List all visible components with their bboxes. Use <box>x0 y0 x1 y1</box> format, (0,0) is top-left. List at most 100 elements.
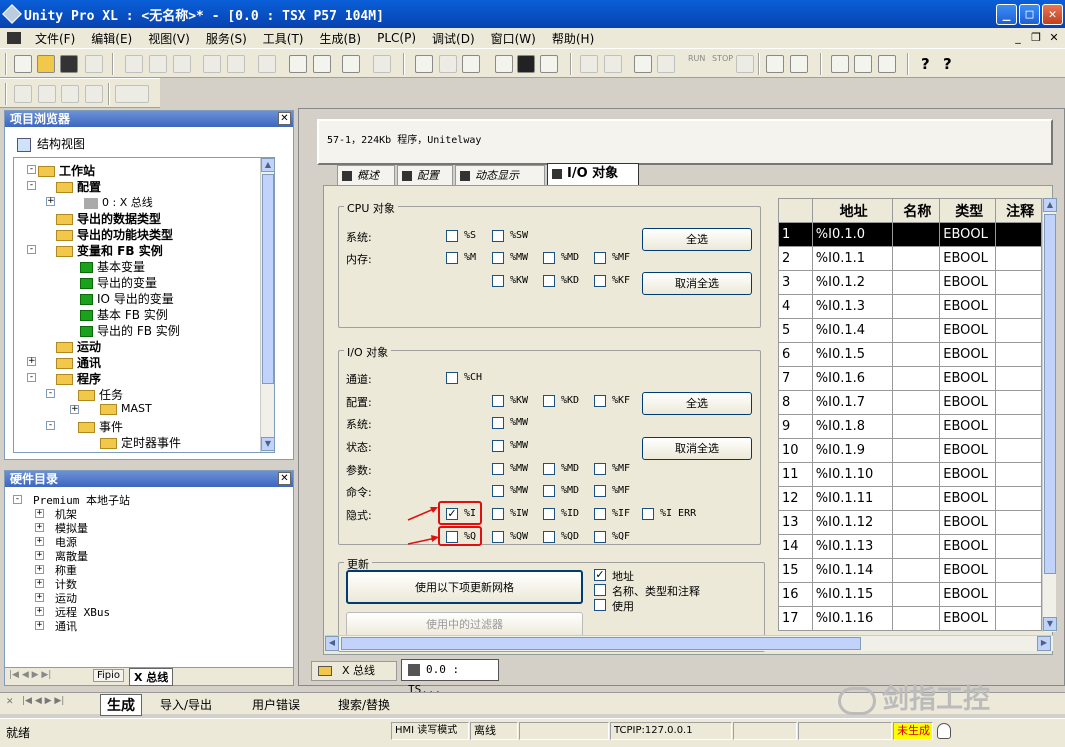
grid-cell-address[interactable]: %I0.1.6 <box>811 366 893 391</box>
tab-build[interactable]: 生成 <box>100 694 142 716</box>
cb-kd[interactable] <box>543 275 555 287</box>
tree-program[interactable]: 程序 <box>56 370 101 387</box>
expand-icon[interactable]: + <box>35 621 44 630</box>
grid-cell-address[interactable]: %I0.1.16 <box>811 606 893 631</box>
grid-cell-type[interactable]: EBOOL <box>939 534 997 559</box>
tree-motion[interactable]: 运动 <box>56 338 101 355</box>
paste-icon[interactable] <box>173 55 191 73</box>
tree-comm[interactable]: 通讯 <box>56 354 101 371</box>
grid-cell-address[interactable]: %I0.1.15 <box>811 582 893 607</box>
rebuild-icon[interactable] <box>462 55 480 73</box>
update-grid-button[interactable]: 使用以下项更新网格 <box>346 570 583 604</box>
cascade-icon[interactable] <box>831 55 849 73</box>
cb-param-mw[interactable] <box>492 463 504 475</box>
expand-icon[interactable]: + <box>35 523 44 532</box>
tree-exported-fb[interactable]: 导出的 FB 实例 <box>80 322 180 339</box>
expand-icon[interactable]: + <box>46 197 55 206</box>
window-icon[interactable] <box>495 55 513 73</box>
grid-cell-comment[interactable] <box>995 270 1042 295</box>
grid-cell-address[interactable]: %I0.1.1 <box>811 246 893 271</box>
expand-icon[interactable]: + <box>27 357 36 366</box>
stop-button[interactable]: STOP <box>712 54 733 63</box>
grid-cell-name[interactable] <box>891 390 941 415</box>
grid-cell-index[interactable]: 8 <box>778 390 813 415</box>
disconnect-icon[interactable] <box>604 55 622 73</box>
collapse-icon[interactable]: - <box>27 373 36 382</box>
tab-config[interactable]: 配置 <box>397 165 453 185</box>
io-objects-grid[interactable]: 地址 名称 类型 注释 1 %I0.1.0 EBOOL 2 %I0.1.1 EBOOL 3%… <box>778 198 1042 631</box>
minimize-button[interactable]: _ <box>996 4 1017 25</box>
grid-cell-name[interactable] <box>891 510 941 535</box>
grid-cell-comment[interactable] <box>995 486 1042 511</box>
grid-cell-name[interactable] <box>891 438 941 463</box>
grid-cell-name[interactable] <box>891 414 941 439</box>
collapse-icon[interactable]: - <box>13 495 22 504</box>
cb-md[interactable] <box>543 252 555 264</box>
table-row[interactable]: 8 %I0.1.7 EBOOL <box>778 390 1042 415</box>
grid-cell-index[interactable]: 11 <box>778 462 813 487</box>
expand-icon[interactable]: + <box>35 537 44 546</box>
scroll-down-icon[interactable]: ▼ <box>261 437 274 451</box>
tree-variables[interactable]: 变量和 FB 实例 <box>56 242 163 259</box>
scroll-left-icon[interactable]: ◀ <box>325 636 339 651</box>
cb-id[interactable] <box>543 508 555 520</box>
tree-scrollbar[interactable]: ▲ ▼ <box>260 158 274 452</box>
grid-cell-name[interactable] <box>891 366 941 391</box>
table-row[interactable]: 10 %I0.1.9 EBOOL <box>778 438 1042 463</box>
output-close-icon[interactable]: ✕ <box>6 697 14 707</box>
binoculars-icon[interactable] <box>517 55 535 73</box>
table-row[interactable]: 16 %I0.1.15 EBOOL <box>778 582 1042 607</box>
grid-cell-index[interactable]: 13 <box>778 510 813 535</box>
grid-cell-address[interactable]: %I0.1.7 <box>811 390 893 415</box>
grid-cell-comment[interactable] <box>995 582 1042 607</box>
cb-qw[interactable] <box>492 531 504 543</box>
expand-icon[interactable]: + <box>35 607 44 616</box>
tree-station[interactable]: 工作站 <box>38 162 95 179</box>
grid-cell-index[interactable]: 4 <box>778 294 813 319</box>
print-icon[interactable] <box>85 55 103 73</box>
cb-cmd-md[interactable] <box>543 485 555 497</box>
cb-mf[interactable] <box>594 252 606 264</box>
build-icon[interactable] <box>439 55 457 73</box>
menu-plc[interactable]: PLC(P) <box>369 31 424 45</box>
table-row[interactable]: 1 %I0.1.0 EBOOL <box>778 222 1042 247</box>
grid-cell-index[interactable]: 7 <box>778 366 813 391</box>
tab-search-replace[interactable]: 搜索/替换 <box>338 696 390 713</box>
scroll-down-icon[interactable]: ▼ <box>1043 617 1057 631</box>
grid-cell-name[interactable] <box>891 222 941 247</box>
menu-help[interactable]: 帮助(H) <box>544 30 602 47</box>
tree-events[interactable]: 事件 <box>78 418 123 435</box>
mdi-minimize-icon[interactable]: _ <box>1010 31 1026 45</box>
grid-cell-comment[interactable] <box>995 390 1042 415</box>
layout-icon[interactable] <box>540 55 558 73</box>
export-icon[interactable] <box>373 55 391 73</box>
cb-s[interactable] <box>446 230 458 242</box>
grid-cell-name[interactable] <box>891 534 941 559</box>
grid-cell-name[interactable] <box>891 246 941 271</box>
connect-icon[interactable] <box>580 55 598 73</box>
cb-address[interactable]: ✓ <box>594 569 606 581</box>
grid-cell-type[interactable]: EBOOL <box>939 222 997 247</box>
replace-icon[interactable] <box>313 55 331 73</box>
menu-file[interactable]: 文件(F) <box>27 30 83 47</box>
grid-cell-index[interactable]: 3 <box>778 270 813 295</box>
tree-fb-types[interactable]: 导出的功能块类型 <box>56 226 173 243</box>
help-icon[interactable]: ? <box>921 55 930 73</box>
tree-mast[interactable]: MAST <box>100 402 152 415</box>
menu-edit[interactable]: 编辑(E) <box>83 30 140 47</box>
grid-cell-address[interactable]: %I0.1.14 <box>811 558 893 583</box>
grid-cell-index[interactable]: 9 <box>778 414 813 439</box>
cb-io-state-mw[interactable] <box>492 440 504 452</box>
table-row[interactable]: 15 %I0.1.14 EBOOL <box>778 558 1042 583</box>
grid-header-address[interactable]: 地址 <box>811 198 893 223</box>
split-icon[interactable] <box>61 85 79 103</box>
grid-cell-address[interactable]: %I0.1.4 <box>811 318 893 343</box>
workspace-hscrollbar[interactable]: ◀ ▶ <box>325 635 1053 651</box>
menu-tools[interactable]: 工具(T) <box>255 30 312 47</box>
grid-cell-type[interactable]: EBOOL <box>939 438 997 463</box>
cb-usage[interactable] <box>594 599 606 611</box>
expand-icon[interactable]: + <box>70 405 79 414</box>
cpu-select-all-button[interactable]: 全选 <box>642 228 752 251</box>
zoom-icon[interactable] <box>115 85 149 103</box>
cb-qd[interactable] <box>543 531 555 543</box>
